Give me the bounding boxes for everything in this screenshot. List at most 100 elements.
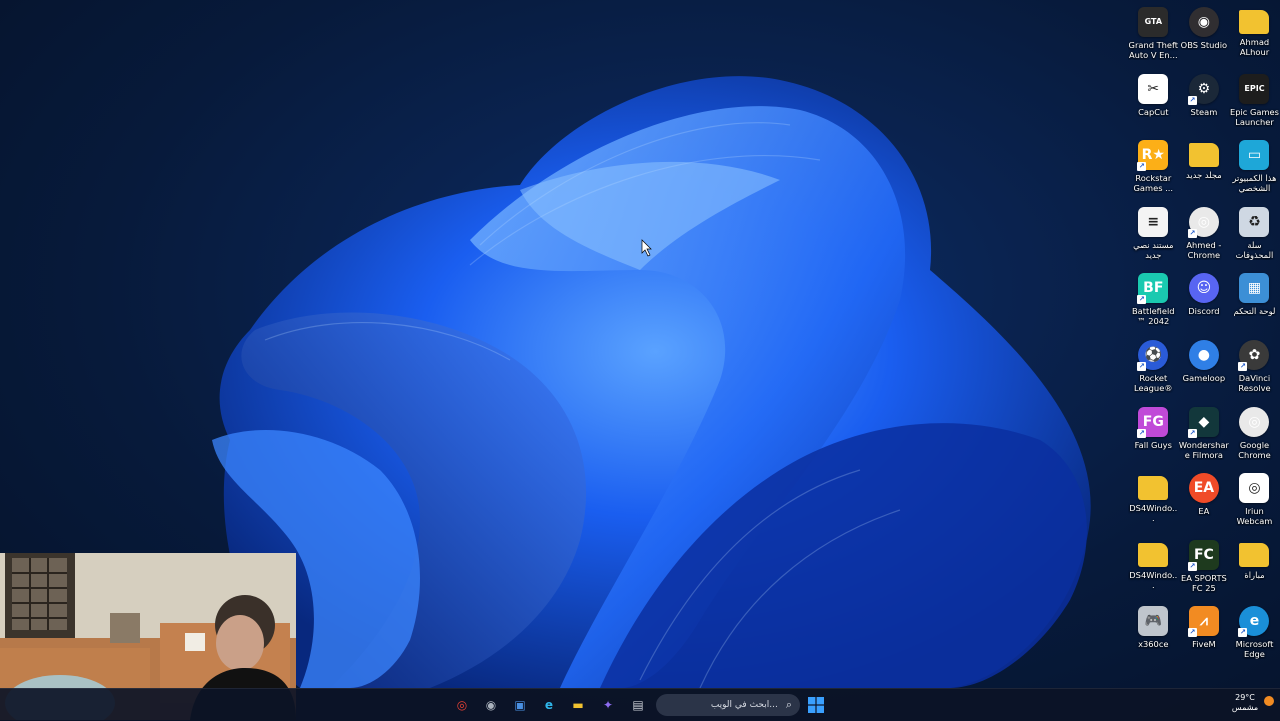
- desktop-icon-label: Ahmad ALhour: [1239, 37, 1270, 57]
- fivem-icon: ⩘ ↗: [1187, 606, 1219, 638]
- desktop-icon-label: Battlefield™ 2042: [1131, 306, 1175, 327]
- desktop-icon-label: CapCut: [1138, 106, 1169, 117]
- desktop-icon-label: مباراة: [1244, 569, 1265, 580]
- desktop-icon[interactable]: Ahmad ALhour: [1229, 4, 1280, 71]
- fall-guys-icon: FG ↗: [1137, 406, 1169, 438]
- desktop-icon[interactable]: ⚽ ↗ Rocket League®: [1128, 337, 1179, 404]
- rockstar-icon: R★ ↗: [1137, 140, 1169, 172]
- desktop-icon-label: Rockstar Games ...: [1133, 173, 1174, 194]
- search-icon: ⌕: [785, 698, 792, 711]
- shortcut-arrow-icon: ↗: [1238, 628, 1248, 638]
- desktop-icon[interactable]: 🎮 x360ce: [1128, 603, 1179, 670]
- shortcut-arrow-icon: ↗: [1137, 428, 1147, 438]
- start-button[interactable]: [805, 694, 827, 716]
- desktop-icon[interactable]: ● Gameloop: [1179, 337, 1230, 404]
- desktop-icon-label: مجلد جديد: [1186, 170, 1222, 181]
- desktop-icon[interactable]: DS4Windo...: [1128, 470, 1179, 537]
- desktop-icon[interactable]: مباراة: [1229, 537, 1280, 604]
- desktop-icon-label: DaVinci Resolve: [1238, 372, 1271, 393]
- desktop-icon-label: Google Chrome: [1238, 439, 1271, 460]
- taskbar: ◎ ◉ ▣ e ▬ ✦ ▤ ابحث في الويب... ⌕ 29°C مشمس: [0, 688, 1280, 721]
- desktop-icon[interactable]: ▭ هذا الكمبيوتر الشخصي: [1229, 137, 1280, 204]
- obs-icon: ◉: [1188, 7, 1219, 37]
- desktop-icon[interactable]: R★ ↗ Rockstar Games ...: [1128, 137, 1179, 204]
- desktop-icon[interactable]: مجلد جديد: [1179, 137, 1230, 204]
- search-placeholder: ابحث في الويب...: [710, 700, 778, 710]
- desktop-icon-label: Steam: [1190, 106, 1218, 117]
- desktop-icon[interactable]: FC ↗ EA SPORTS FC 25: [1179, 537, 1230, 604]
- desktop-icon[interactable]: ♻ سلة المحذوفات: [1229, 204, 1280, 271]
- desktop-icon-label: Iriun Webcam: [1236, 506, 1273, 527]
- notification-dot-icon[interactable]: [1264, 696, 1274, 706]
- iriun-webcam-icon: ◎: [1239, 473, 1270, 504]
- shortcut-arrow-icon: ↗: [1187, 95, 1197, 105]
- desktop-icon[interactable]: ◎ Iriun Webcam: [1229, 470, 1280, 537]
- desktop-icon[interactable]: FG ↗ Fall Guys: [1128, 404, 1179, 471]
- copilot-taskbar-icon[interactable]: ✦: [597, 694, 619, 716]
- desktop-icon[interactable]: ≡ مستند نصي جديد: [1128, 204, 1179, 271]
- desktop-icon[interactable]: ⩘ ↗ FiveM: [1179, 603, 1230, 670]
- ea-fc25-icon: FC ↗: [1187, 539, 1219, 571]
- this-pc-icon: ▭: [1239, 140, 1270, 171]
- desktop-icon-label: Microsoft Edge: [1235, 639, 1274, 660]
- desktop-icon-label: EA: [1198, 506, 1210, 517]
- desktop-icon-label: Discord: [1188, 306, 1220, 317]
- filmora-icon: ◆ ↗: [1187, 406, 1219, 438]
- desktop-icon[interactable]: ◉ OBS Studio: [1179, 4, 1230, 71]
- shortcut-arrow-icon: ↗: [1137, 162, 1147, 172]
- desktop-icon[interactable]: BF ↗ Battlefield™ 2042: [1128, 270, 1179, 337]
- desktop-icon[interactable]: EA EA: [1179, 470, 1230, 537]
- desktop-icon[interactable]: EPIC Epic Games Launcher: [1229, 71, 1280, 138]
- desktop-icons: GTA Grand Theft Auto V En... ◉ OBS Studio Ah…: [1128, 4, 1280, 670]
- shortcut-arrow-icon: ↗: [1187, 628, 1197, 638]
- desktop-icon-label: Wondershare Filmora 14: [1178, 439, 1229, 460]
- edge-taskbar-icon[interactable]: e: [538, 694, 560, 716]
- desktop-icon-label: سلة المحذوفات: [1235, 239, 1274, 260]
- desktop-icon-label: Gameloop: [1182, 372, 1226, 383]
- recycle-bin-icon: ♻: [1239, 206, 1270, 237]
- desktop-icon[interactable]: ☺ Discord: [1179, 270, 1230, 337]
- desktop-icon-label: Grand Theft Auto V En...: [1128, 40, 1179, 60]
- davinci-resolve-icon: ✿ ↗: [1238, 339, 1270, 371]
- ea-icon: EA: [1188, 473, 1219, 504]
- obs-taskbar-icon[interactable]: ◉: [480, 694, 502, 716]
- chrome-taskbar-icon[interactable]: ◎: [451, 694, 473, 716]
- gamepad-icon: 🎮: [1138, 606, 1169, 637]
- desktop-icon-label: Rocket League®: [1134, 372, 1173, 393]
- gta-icon: GTA: [1138, 7, 1169, 37]
- desktop-icon-label: EA SPORTS FC 25: [1180, 572, 1227, 593]
- file-explorer-taskbar-icon[interactable]: ▬: [567, 694, 589, 716]
- desktop-icon-label: DS4Windo...: [1129, 569, 1178, 590]
- task-view-taskbar-icon[interactable]: ▤: [627, 694, 649, 716]
- desktop-icon-label: لوحة التحكم: [1233, 306, 1276, 317]
- desktop-icon-label: DS4Windo...: [1129, 503, 1178, 524]
- chrome-icon: ◎ ↗: [1187, 206, 1219, 238]
- desktop-icon-label: FiveM: [1192, 639, 1216, 650]
- desktop-icon[interactable]: DS4Windo...: [1128, 537, 1179, 604]
- discord-icon: ☺: [1188, 273, 1219, 304]
- shortcut-arrow-icon: ↗: [1187, 561, 1197, 571]
- taskbar-search-box[interactable]: ابحث في الويب... ⌕: [656, 694, 800, 716]
- desktop-icon[interactable]: GTA Grand Theft Auto V En...: [1128, 4, 1179, 71]
- capcut-icon: ✂: [1138, 73, 1169, 104]
- desktop-icon-label: هذا الكمبيوتر الشخصي: [1232, 173, 1277, 194]
- store-taskbar-icon[interactable]: ▣: [509, 694, 531, 716]
- desktop-icon[interactable]: ◆↗Wondershare Filmora 14: [1179, 404, 1230, 471]
- control-panel-icon: ▦: [1239, 273, 1270, 304]
- desktop-icon[interactable]: ✂ CapCut: [1128, 71, 1179, 138]
- text-document-icon: ≡: [1138, 206, 1169, 237]
- desktop-icon[interactable]: ⚙ ↗ Steam: [1179, 71, 1230, 138]
- desktop-icon[interactable]: ✿ ↗ DaVinci Resolve: [1229, 337, 1280, 404]
- desktop-icon-label: x360ce: [1138, 639, 1169, 650]
- shortcut-arrow-icon: ↗: [1238, 361, 1248, 371]
- rocket-league-icon: ⚽ ↗: [1137, 339, 1169, 371]
- desktop-icon[interactable]: e ↗ Microsoft Edge: [1229, 603, 1280, 670]
- battlefield-icon: BF ↗: [1137, 273, 1169, 305]
- desktop-icon-label: Fall Guys: [1134, 439, 1172, 450]
- desktop-icon[interactable]: ◎ Google Chrome: [1229, 404, 1280, 471]
- desktop-icon[interactable]: ◎ ↗ Ahmed - Chrome: [1179, 204, 1230, 271]
- desktop-icon[interactable]: ▦ لوحة التحكم: [1229, 270, 1280, 337]
- windows-logo-icon: [808, 697, 824, 713]
- folder-icon: [1138, 542, 1169, 567]
- shortcut-arrow-icon: ↗: [1187, 428, 1197, 438]
